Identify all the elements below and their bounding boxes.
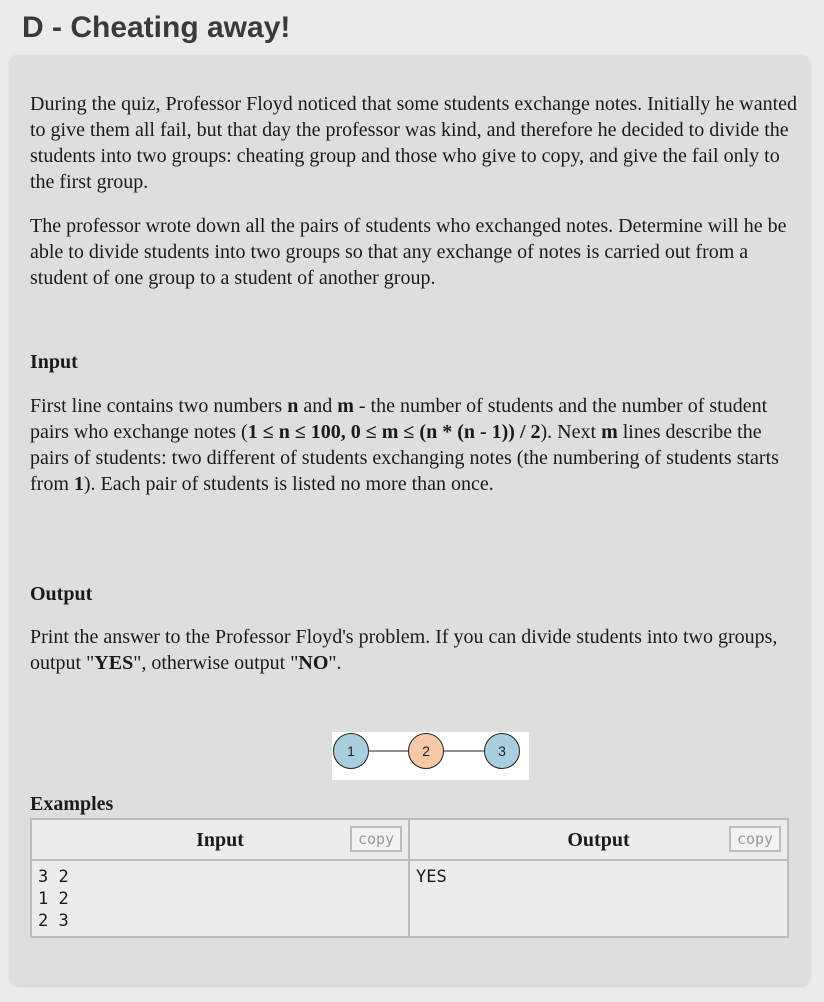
graph-node-1: 1 [333,733,369,769]
input-text-4: ). Next [540,421,602,443]
page-title: D - Cheating away! [22,11,291,44]
input-text-1: First line contains two numbers [30,395,288,417]
output-text-2: ", otherwise output " [133,652,299,674]
var-m: m [337,395,354,417]
example-graph-image: 1 2 3 [332,732,529,780]
input-text-2: and [298,395,338,417]
statement-paragraph-1: During the quiz, Professor Floyd noticed… [30,93,798,193]
example-output-header: Output copy [410,820,787,861]
examples-heading: Examples [30,793,114,815]
output-text-3: ". [328,652,342,674]
var-n: n [287,395,299,417]
example-input-text: 3 2 1 2 2 3 [38,867,69,931]
example-output-column: Output copy YES [410,820,787,936]
no-literal: NO [298,652,329,674]
input-text-6: ). Each pair of students is listed no mo… [83,473,494,495]
graph-node-3: 3 [484,733,520,769]
graph-node-2: 2 [408,733,444,769]
examples-table: Input copy 3 2 1 2 2 3 Output copy YES [30,818,789,938]
constraint: 1 ≤ n ≤ 100, 0 ≤ m ≤ (n * (n - 1)) / 2 [247,421,541,443]
example-output-text: YES [416,867,447,887]
problem-card: During the quiz, Professor Floyd noticed… [10,55,810,985]
input-heading: Input [30,351,78,373]
numbering-start: 1 [73,473,84,495]
copy-input-button[interactable]: copy [350,826,402,852]
svg-text:2: 2 [422,743,430,759]
output-heading: Output [30,583,93,605]
input-description: First line contains two numbers n and m … [30,393,800,497]
svg-text:3: 3 [498,743,506,759]
example-input-column: Input copy 3 2 1 2 2 3 [32,820,410,936]
statement-paragraph-2: The professor wrote down all the pairs o… [30,215,787,289]
copy-output-button[interactable]: copy [729,826,781,852]
output-description: Print the answer to the Professor Floyd'… [30,624,800,676]
var-m-2: m [601,421,618,443]
svg-text:1: 1 [347,743,355,759]
example-input-header: Input copy [32,820,408,861]
yes-literal: YES [94,652,134,674]
